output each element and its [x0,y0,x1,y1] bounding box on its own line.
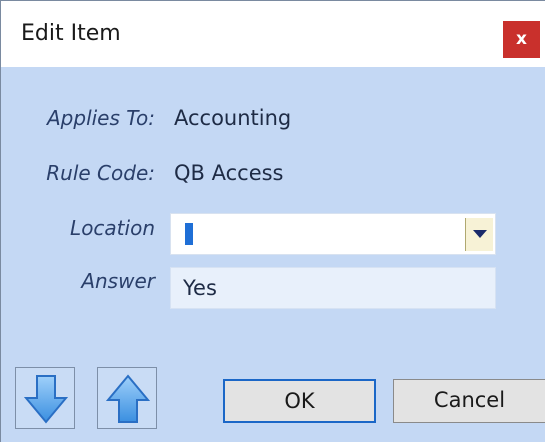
location-dropdown-button[interactable] [465,218,493,251]
rule-code-value: QB Access [174,161,284,185]
text-caret [185,223,193,245]
rule-code-label: Rule Code: [46,161,155,185]
close-button[interactable]: x [503,21,540,58]
title-bar[interactable]: Edit Item x [1,1,545,67]
edit-item-dialog: Edit Item x Applies To: Accounting Rule … [0,0,545,442]
applies-to-label: Applies To: [47,106,155,130]
answer-field[interactable]: Yes [170,267,496,309]
chevron-down-icon [473,230,487,238]
answer-label: Answer [81,269,155,293]
dialog-title: Edit Item [21,21,121,46]
arrow-up-icon [106,374,150,423]
location-combobox[interactable] [170,213,496,255]
move-up-button[interactable] [97,367,157,429]
arrow-down-icon [24,375,68,424]
applies-to-value: Accounting [174,106,292,130]
ok-button[interactable]: OK [223,379,376,423]
close-icon: x [516,29,527,49]
location-label: Location [70,216,155,240]
move-down-button[interactable] [15,367,75,429]
cancel-button[interactable]: Cancel [393,379,545,423]
